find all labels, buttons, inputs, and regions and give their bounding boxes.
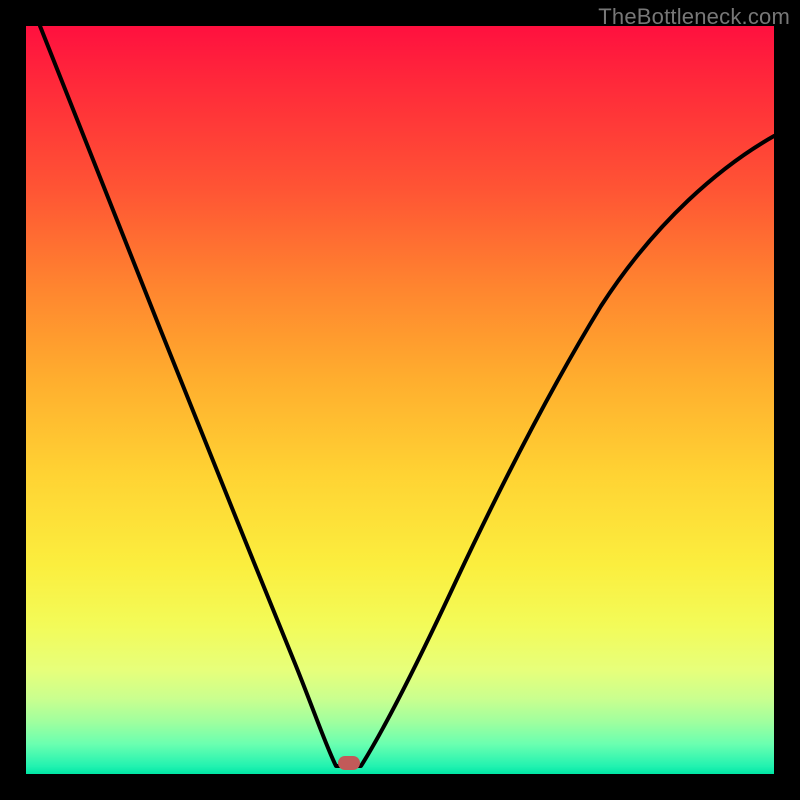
min-bottleneck-marker [338,756,360,770]
chart-frame: TheBottleneck.com [0,0,800,800]
curve-layer [26,26,774,774]
watermark-text: TheBottleneck.com [598,4,790,30]
plot-area [26,26,774,774]
bottleneck-curve [40,26,774,766]
